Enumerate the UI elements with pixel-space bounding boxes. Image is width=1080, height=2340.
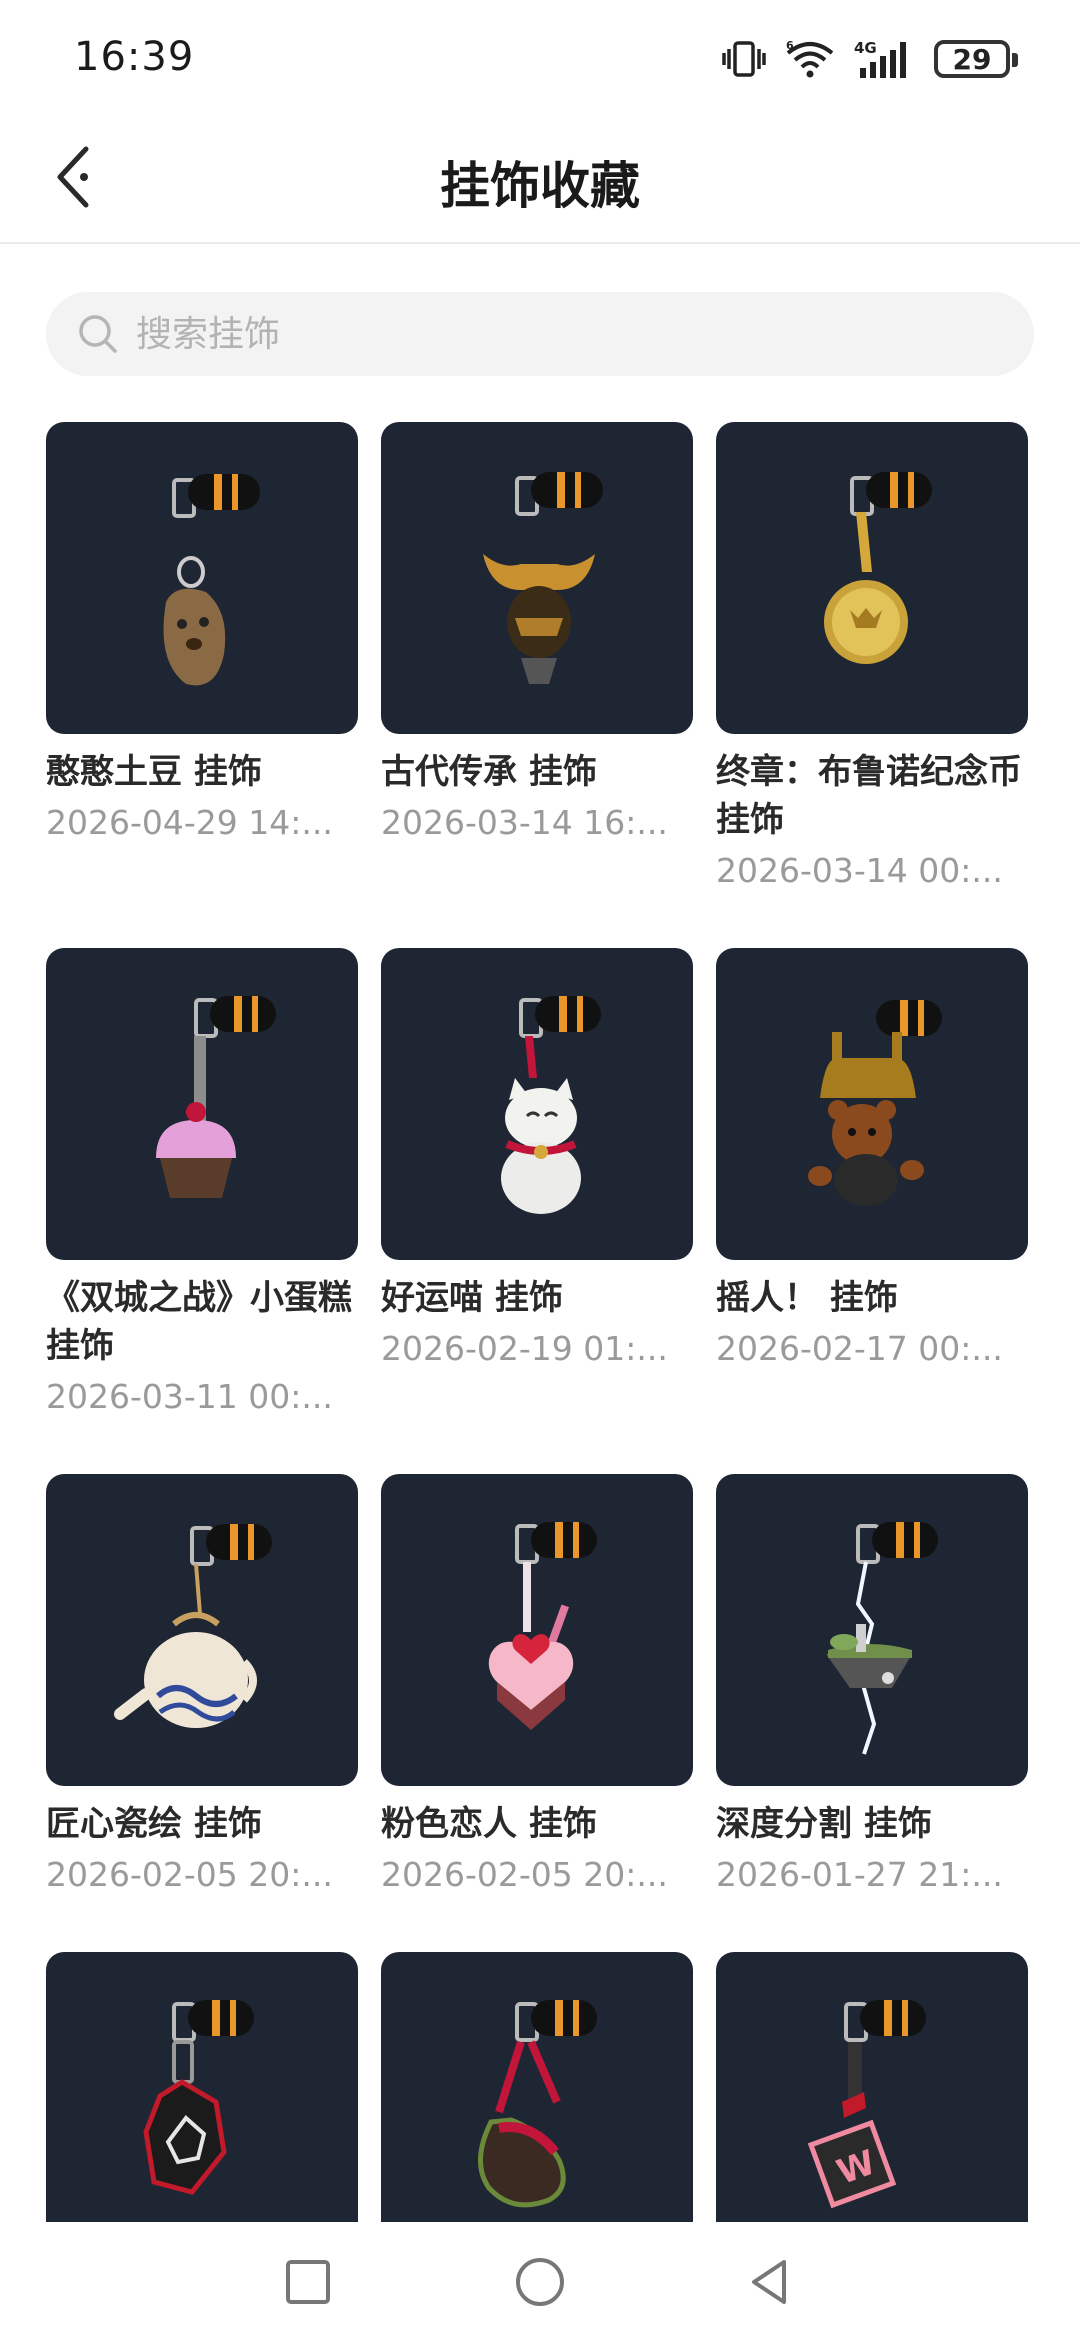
status-icons: 6 4G 29 bbox=[722, 36, 1018, 82]
charm-card[interactable]: 憨憨土豆 挂饰 2026-04-29 14:... bbox=[46, 422, 358, 850]
lucky-cat-charm-icon bbox=[501, 996, 601, 1214]
status-bar: 16:39 6 4G 29 bbox=[0, 0, 1080, 120]
charm-date: 2026-02-19 01:... bbox=[381, 1329, 668, 1368]
back-triangle-icon bbox=[752, 2260, 786, 2304]
floating-island-charm-icon bbox=[826, 1522, 938, 1755]
status-time: 16:39 bbox=[74, 34, 195, 80]
charm-title: 深度分割 挂饰 bbox=[716, 1804, 932, 1844]
charm-thumbnail: W bbox=[716, 1952, 1028, 2222]
charm-title: 古代传承 挂饰 bbox=[381, 752, 597, 792]
heart-cake-charm-icon bbox=[488, 1522, 597, 1730]
wifi-icon: 6 bbox=[786, 39, 834, 78]
charm-title: 匠心瓷绘 挂饰 bbox=[46, 1804, 262, 1844]
charm-date: 2026-04-29 14:... bbox=[46, 803, 333, 842]
signal-icon: 4G bbox=[854, 39, 906, 78]
search-icon bbox=[79, 315, 117, 353]
home-button[interactable] bbox=[510, 2252, 570, 2312]
charm-date: 2026-03-14 00:... bbox=[716, 851, 1003, 890]
svg-text:6: 6 bbox=[786, 39, 794, 52]
charm-title: 《双城之战》小蛋糕 挂饰 bbox=[46, 1278, 352, 1366]
charm-thumbnail bbox=[381, 1474, 693, 1786]
charm-title: 终章：布鲁诺纪念币 挂饰 bbox=[716, 752, 1022, 840]
charm-date: 2026-03-14 16:... bbox=[381, 803, 668, 842]
home-icon bbox=[516, 2258, 564, 2306]
battery-icon: 29 bbox=[934, 40, 1018, 78]
charm-card[interactable]: 好运喵 挂饰 2026-02-19 01:... bbox=[381, 948, 693, 1376]
search-input[interactable] bbox=[134, 312, 938, 356]
samurai-charm-icon bbox=[483, 472, 603, 684]
charm-thumbnail bbox=[46, 1952, 358, 2222]
red-gem-charm-icon bbox=[143, 2000, 254, 2195]
charm-thumbnail bbox=[46, 422, 358, 734]
recent-apps-button[interactable] bbox=[278, 2252, 338, 2312]
cupcake-charm-icon bbox=[156, 996, 276, 1198]
charm-date: 2026-02-05 20:... bbox=[46, 1855, 333, 1894]
coin-charm-icon bbox=[824, 472, 932, 664]
charm-thumbnail bbox=[716, 1474, 1028, 1786]
charm-date: 2026-01-27 21:... bbox=[716, 1855, 1003, 1894]
battery-level: 29 bbox=[952, 42, 992, 76]
sandal-charm-icon bbox=[478, 2000, 597, 2208]
charm-date: 2026-02-05 20:... bbox=[381, 1855, 668, 1894]
bear-bell-charm-icon bbox=[808, 1000, 942, 1206]
charm-card[interactable]: W bbox=[716, 1952, 1028, 2222]
back-nav-button[interactable] bbox=[740, 2252, 800, 2312]
teapot-charm-icon bbox=[114, 1524, 272, 1728]
network-type: 4G bbox=[854, 39, 877, 57]
charm-card[interactable]: 粉色恋人 挂饰 2026-02-05 20:... bbox=[381, 1474, 693, 1902]
charm-thumbnail bbox=[46, 1474, 358, 1786]
system-nav-bar bbox=[0, 2222, 1080, 2340]
charm-card[interactable]: 古代传承 挂饰 2026-03-14 16:... bbox=[381, 422, 693, 850]
vibrate-icon bbox=[722, 41, 766, 77]
charm-card[interactable]: 深度分割 挂饰 2026-01-27 21:... bbox=[716, 1474, 1028, 1902]
page-title: 挂饰收藏 bbox=[440, 157, 640, 215]
charm-thumbnail bbox=[716, 948, 1028, 1260]
charm-card[interactable] bbox=[46, 1952, 358, 2222]
charm-grid: 憨憨土豆 挂饰 2026-04-29 14:... 古代传承 挂饰 2026-0… bbox=[46, 422, 1038, 2222]
charm-title: 好运喵 挂饰 bbox=[381, 1278, 563, 1318]
charm-thumbnail bbox=[381, 422, 693, 734]
charm-card[interactable] bbox=[381, 1952, 693, 2222]
charm-title: 摇人！ 挂饰 bbox=[716, 1278, 898, 1318]
w-cube-charm-icon: W bbox=[807, 2000, 926, 2209]
header: 挂饰收藏 bbox=[0, 120, 1080, 244]
charm-thumbnail bbox=[381, 1952, 693, 2222]
charm-title: 粉色恋人 挂饰 bbox=[381, 1804, 597, 1844]
potato-charm-icon bbox=[163, 474, 260, 686]
charm-thumbnail bbox=[381, 948, 693, 1260]
recent-apps-icon bbox=[286, 2260, 330, 2304]
charm-title: 憨憨土豆 挂饰 bbox=[46, 752, 262, 792]
charm-thumbnail bbox=[46, 948, 358, 1260]
charm-date: 2026-02-17 00:... bbox=[716, 1329, 1003, 1368]
charm-date: 2026-03-11 00:... bbox=[46, 1377, 333, 1416]
charm-card[interactable]: 终章：布鲁诺纪念币 挂饰 2026-03-14 00:... bbox=[716, 422, 1028, 898]
charm-card[interactable]: 《双城之战》小蛋糕 挂饰 2026-03-11 00:... bbox=[46, 948, 358, 1424]
charm-card[interactable]: 匠心瓷绘 挂饰 2026-02-05 20:... bbox=[46, 1474, 358, 1902]
search-bar[interactable] bbox=[46, 292, 1034, 376]
charm-card[interactable]: 摇人！ 挂饰 2026-02-17 00:... bbox=[716, 948, 1028, 1376]
charm-thumbnail bbox=[716, 422, 1028, 734]
